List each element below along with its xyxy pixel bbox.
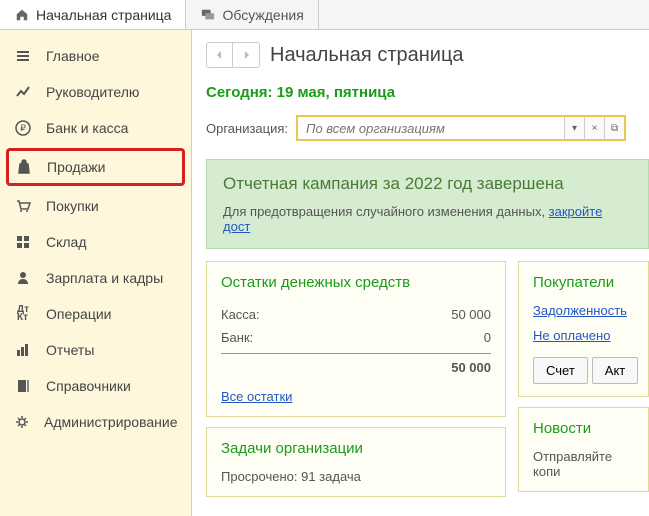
sidebar-item-label: Отчеты	[46, 342, 94, 358]
sidebar-item-label: Справочники	[46, 378, 131, 394]
cart-icon	[14, 197, 32, 215]
balance-row: Касса: 50 000	[221, 303, 491, 326]
tab-label: Обсуждения	[222, 7, 303, 23]
chat-icon	[200, 7, 216, 23]
balance-total: 50 000	[221, 353, 491, 379]
news-widget: Новости Отправляйте копи	[518, 407, 649, 492]
tasks-title: Задачи организации	[221, 440, 491, 457]
ruble-icon: ₽	[14, 119, 32, 137]
sidebar-item-bank[interactable]: ₽ Банк и касса	[0, 110, 191, 146]
sidebar-item-label: Зарплата и кадры	[46, 270, 163, 286]
stats-icon	[14, 341, 32, 359]
buyers-widget: Покупатели Задолженность Не оплачено Сче…	[518, 261, 649, 397]
sidebar-item-label: Операции	[46, 306, 112, 322]
balance-row: Банк: 0	[221, 326, 491, 349]
person-icon	[14, 269, 32, 287]
org-label: Организация:	[206, 121, 288, 136]
sidebar-item-label: Продажи	[47, 159, 105, 175]
sidebar-item-stock[interactable]: Склад	[0, 224, 191, 260]
banner: Отчетная кампания за 2022 год завершена …	[206, 159, 649, 249]
debt-link[interactable]: Задолженность	[533, 303, 627, 318]
sidebar-item-directories[interactable]: Справочники	[0, 368, 191, 404]
sidebar-item-reports[interactable]: Отчеты	[0, 332, 191, 368]
page-title: Начальная страница	[270, 44, 464, 67]
tab-bar: Начальная страница Обсуждения	[0, 0, 649, 30]
sidebar-item-purchases[interactable]: Покупки	[0, 188, 191, 224]
sidebar-item-operations[interactable]: ДтКт Операции	[0, 296, 191, 332]
tasks-widget: Задачи организации Просрочено: 91 задача	[206, 427, 506, 497]
sidebar-item-label: Руководителю	[46, 84, 139, 100]
balances-widget: Остатки денежных средств Касса: 50 000 Б…	[206, 261, 506, 417]
back-button[interactable]	[207, 43, 233, 67]
balances-title: Остатки денежных средств	[221, 274, 491, 291]
menu-icon	[14, 47, 32, 65]
act-button[interactable]: Акт	[592, 357, 638, 384]
nav-buttons	[206, 42, 260, 68]
svg-text:₽: ₽	[20, 123, 26, 133]
org-dropdown-button[interactable]: ▾	[564, 117, 584, 139]
sidebar-item-label: Склад	[46, 234, 87, 250]
sidebar: Главное Руководителю ₽ Банк и касса Прод…	[0, 30, 192, 516]
home-icon	[14, 7, 30, 23]
banner-text: Для предотвращения случайного изменения …	[223, 204, 632, 234]
tab-label: Начальная страница	[36, 7, 171, 23]
grid-icon	[14, 233, 32, 251]
sidebar-item-hr[interactable]: Зарплата и кадры	[0, 260, 191, 296]
tab-home[interactable]: Начальная страница	[0, 0, 186, 29]
sidebar-item-manager[interactable]: Руководителю	[0, 74, 191, 110]
sidebar-item-label: Покупки	[46, 198, 99, 214]
bag-icon	[15, 158, 33, 176]
sidebar-item-label: Банк и касса	[46, 120, 128, 136]
banner-title: Отчетная кампания за 2022 год завершена	[223, 174, 632, 194]
org-clear-button[interactable]: ×	[584, 117, 604, 139]
invoice-button[interactable]: Счет	[533, 357, 588, 384]
unpaid-link[interactable]: Не оплачено	[533, 328, 610, 343]
main-content: Начальная страница Сегодня: 19 мая, пятн…	[192, 30, 649, 516]
news-subtitle: Отправляйте копи	[533, 449, 634, 479]
date-line: Сегодня: 19 мая, пятница	[206, 84, 649, 101]
org-open-button[interactable]: ⧉	[604, 117, 624, 139]
news-title: Новости	[533, 420, 634, 437]
sidebar-item-label: Главное	[46, 48, 100, 64]
all-balances-link[interactable]: Все остатки	[221, 389, 292, 404]
org-input[interactable]	[298, 121, 564, 136]
forward-button[interactable]	[233, 43, 259, 67]
tasks-subtitle: Просрочено: 91 задача	[221, 469, 491, 484]
sidebar-item-admin[interactable]: Администрирование	[0, 404, 191, 440]
gear-icon	[14, 413, 30, 431]
sidebar-item-sales[interactable]: Продажи	[6, 148, 185, 186]
sidebar-item-label: Администрирование	[44, 414, 178, 430]
buyers-title: Покупатели	[533, 274, 634, 291]
trend-icon	[14, 83, 32, 101]
tab-discussions[interactable]: Обсуждения	[186, 0, 318, 29]
ops-icon: ДтКт	[14, 305, 32, 323]
book-icon	[14, 377, 32, 395]
sidebar-item-main[interactable]: Главное	[0, 38, 191, 74]
org-field: ▾ × ⧉	[296, 115, 626, 141]
